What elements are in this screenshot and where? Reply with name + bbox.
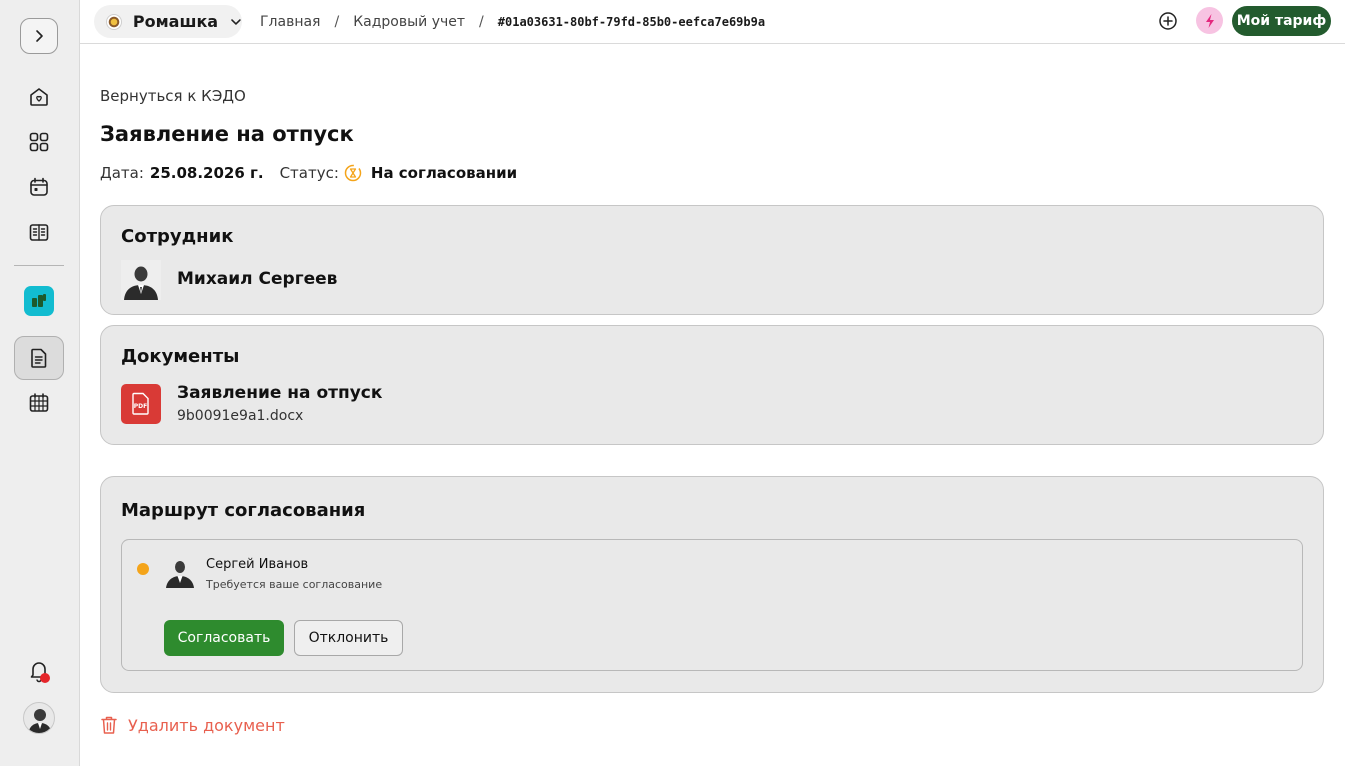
page-title: Заявление на отпуск [100,122,354,146]
home-icon [30,88,48,106]
breadcrumb-home[interactable]: Главная [260,14,320,30]
add-button[interactable] [1157,10,1179,32]
reject-button[interactable]: Отклонить [294,620,403,656]
avatar [28,709,52,733]
back-link[interactable]: Вернуться к КЭДО [100,87,246,105]
notification-badge [40,673,50,683]
date-value: 25.08.2026 г. [149,164,264,182]
delete-document-button[interactable]: Удалить документ [100,715,285,735]
book-icon [29,224,49,241]
approval-step: Сергей Иванов Требуется ваше согласовани… [121,539,1303,671]
my-tariff-button[interactable]: Мой тариф [1232,6,1331,36]
org-switcher[interactable]: Ромашка [94,5,242,38]
status-value: На согласовании [370,164,518,182]
approve-button[interactable]: Согласовать [164,620,284,656]
sidebar-divider [14,265,64,266]
document-icon [31,348,47,368]
breadcrumb-current: #01a03631-80bf-79fd-85b0-eefca7e69b9a [497,15,766,29]
pdf-file-icon[interactable]: PDF [121,384,161,424]
document-title[interactable]: Заявление на отпуск [177,383,382,403]
status-label: Статус: [279,164,339,182]
topbar: Ромашка Главная / Кадровый учет / #01a03… [80,0,1345,44]
sidebar [0,0,80,766]
approval-route-card: Маршрут согласования Сергей Иванов Требу… [100,476,1324,693]
approver-name: Сергей Иванов [206,557,309,572]
delete-document-label: Удалить документ [128,715,285,735]
breadcrumb-separator: / [479,14,484,30]
grid-icon [29,132,49,152]
employee-card-title: Сотрудник [121,226,234,247]
table-icon [29,393,49,412]
employee-photo [121,260,161,300]
sidebar-item-documents[interactable] [14,336,64,380]
user-avatar[interactable] [23,702,55,734]
notifications-button[interactable] [28,659,50,685]
date-label: Дата: [100,164,144,182]
sidebar-item-home[interactable] [26,84,52,110]
boost-button[interactable] [1196,7,1223,34]
chevron-down-icon [231,18,241,25]
documents-card-title: Документы [121,346,240,367]
breadcrumb-hr[interactable]: Кадровый учет [353,14,465,30]
chevron-right-icon [36,30,43,42]
employee-card: Сотрудник Михаил Сергеев [100,205,1324,315]
bolt-icon [1205,13,1214,28]
calendar-icon [30,177,48,196]
document-filename: 9b0091e9a1.docx [177,408,304,424]
sidebar-item-library[interactable] [26,219,52,245]
documents-card: Документы PDF Заявление на отпуск 9b0091… [100,325,1324,445]
route-card-title: Маршрут согласования [121,500,366,521]
plus-circle-icon [1159,12,1177,30]
org-name: Ромашка [132,12,219,31]
breadcrumb: Главная / Кадровый учет / #01a03631-80bf… [260,12,765,32]
approver-photo [164,556,196,588]
sidebar-expand-button[interactable] [20,18,58,54]
breadcrumb-separator: / [334,14,340,30]
sidebar-item-calendar[interactable] [26,174,52,200]
sidebar-item-schedule[interactable] [26,390,52,416]
org-logo [106,13,122,30]
approver-note: Требуется ваше согласование [206,578,383,591]
sidebar-item-app[interactable] [24,286,54,316]
pending-status-dot [137,563,149,575]
employee-name[interactable]: Михаил Сергеев [177,269,337,289]
trash-icon [101,716,117,734]
sidebar-item-dashboard[interactable] [26,129,52,155]
app-icon [32,294,46,307]
document-meta: Дата: 25.08.2026 г. Статус: На согласова… [100,164,517,182]
pdf-icon-label: PDF [134,403,147,410]
hourglass-icon [344,164,362,182]
